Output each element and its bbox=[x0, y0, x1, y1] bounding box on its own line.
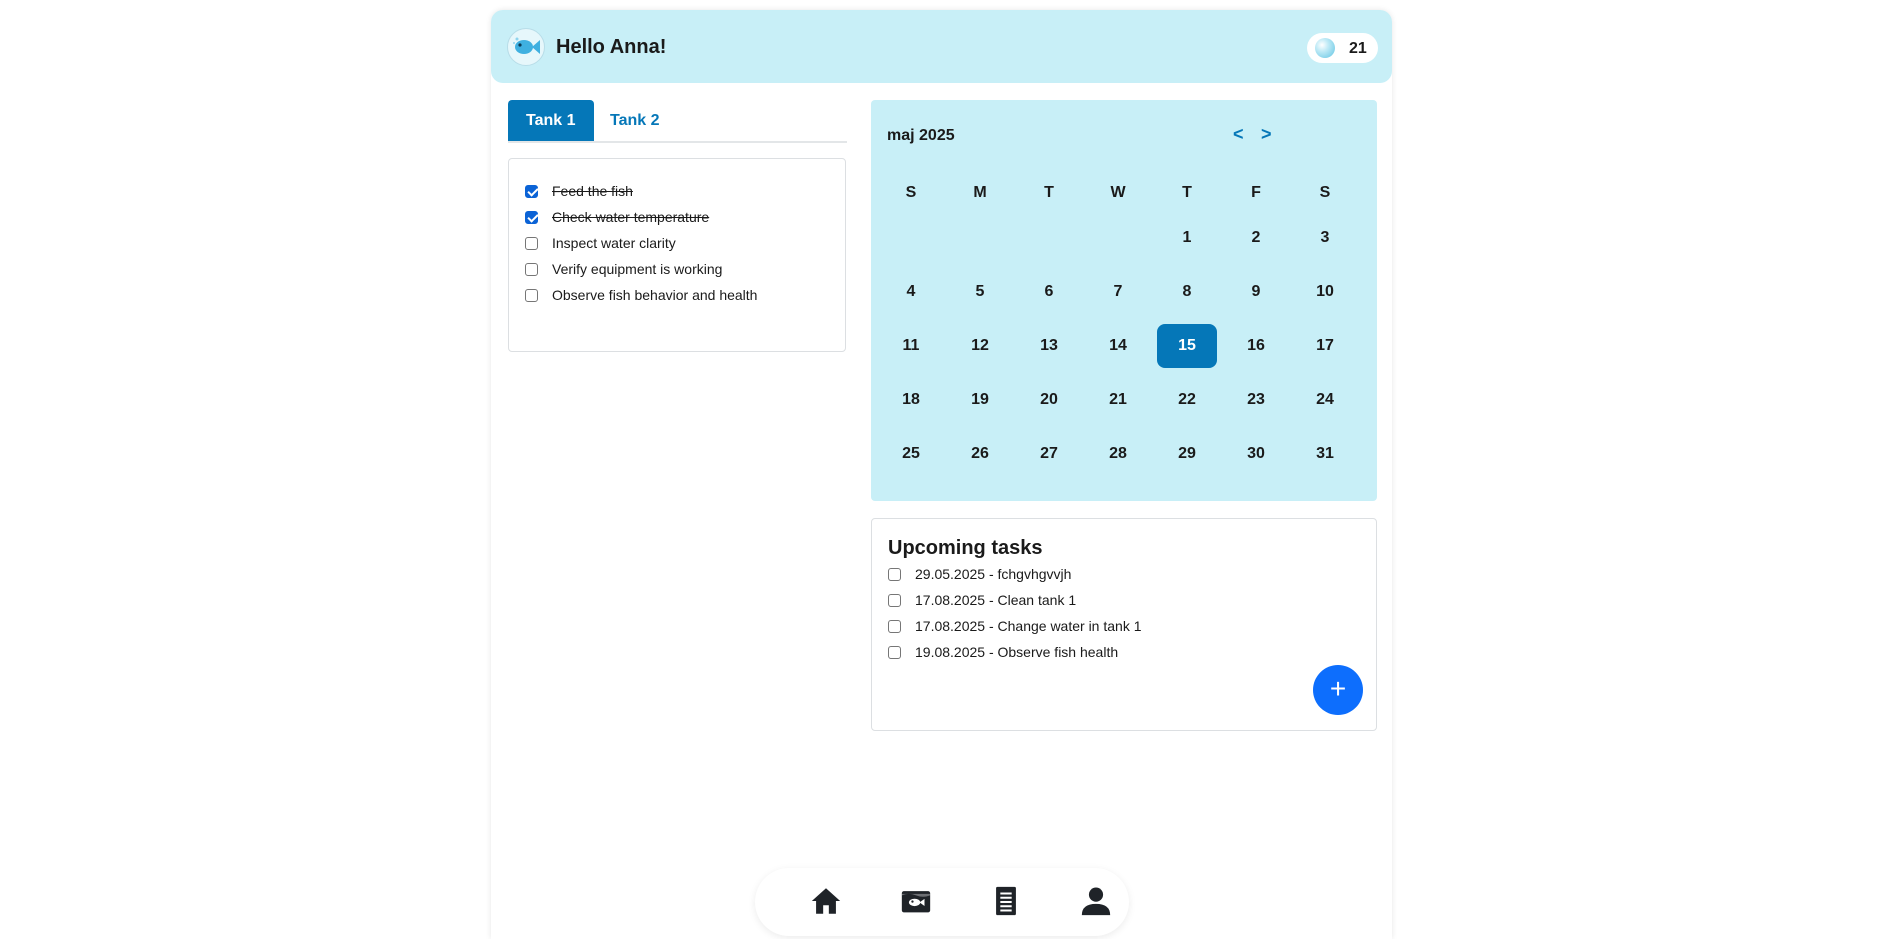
add-task-button[interactable]: + bbox=[1313, 665, 1363, 715]
app-container: Hello Anna! 21 Tank 1 Tank 2 Feed the fi… bbox=[491, 10, 1392, 939]
calendar-day[interactable]: 30 bbox=[1226, 432, 1286, 476]
checkbox[interactable] bbox=[888, 619, 901, 633]
calendar-day[interactable]: 1 bbox=[1157, 216, 1217, 260]
upcoming-task-item[interactable]: 19.08.2025 - Observe fish health bbox=[888, 642, 1118, 662]
calendar-day[interactable]: 18 bbox=[881, 378, 941, 422]
checklist-item[interactable]: Feed the fish bbox=[525, 181, 633, 201]
calendar-day[interactable]: 3 bbox=[1295, 216, 1355, 260]
calendar-day[interactable]: 5 bbox=[950, 270, 1010, 314]
calendar-weekday: S bbox=[905, 184, 917, 201]
calendar-day[interactable]: 6 bbox=[1019, 270, 1079, 314]
upcoming-task-item[interactable]: 17.08.2025 - Clean tank 1 bbox=[888, 590, 1076, 610]
calendar-weekday: F bbox=[1251, 184, 1261, 201]
calendar-day[interactable]: 21 bbox=[1088, 378, 1148, 422]
upcoming-task-item[interactable]: 17.08.2025 - Change water in tank 1 bbox=[888, 616, 1142, 636]
calendar: maj 2025 < > S M T W T F S 1 2 3 4 5 6 7 8 9 10 11 12 13 14 1… bbox=[871, 100, 1377, 501]
checkbox[interactable] bbox=[525, 210, 538, 224]
upcoming-tasks-panel: Upcoming tasks 29.05.2025 - fchgvhgvvjh … bbox=[871, 518, 1377, 731]
checkbox[interactable] bbox=[525, 262, 538, 276]
calendar-day[interactable]: 31 bbox=[1295, 432, 1355, 476]
checkbox[interactable] bbox=[525, 288, 538, 302]
calendar-grid: S M T W T F S 1 2 3 4 5 6 7 8 9 10 11 12 13 14 15 16 17 18 19 20 21… bbox=[881, 100, 1367, 501]
upcoming-task-label: 19.08.2025 - Observe fish health bbox=[915, 644, 1119, 660]
calendar-day[interactable]: 11 bbox=[881, 324, 941, 368]
checklist-item-label: Verify equipment is working bbox=[552, 261, 723, 277]
daily-checklist: Feed the fish Check water temperature In… bbox=[508, 158, 846, 352]
checklist-item-label: Check water temperature bbox=[552, 209, 710, 225]
checklist-item[interactable]: Check water temperature bbox=[525, 207, 709, 227]
checkbox[interactable] bbox=[525, 236, 538, 250]
calendar-day[interactable]: 19 bbox=[950, 378, 1010, 422]
calendar-day[interactable]: 16 bbox=[1226, 324, 1286, 368]
calendar-day[interactable]: 14 bbox=[1088, 324, 1148, 368]
upcoming-task-label: 17.08.2025 - Change water in tank 1 bbox=[915, 618, 1142, 634]
calendar-weekday: T bbox=[1182, 184, 1192, 201]
calendar-day-selected[interactable]: 15 bbox=[1157, 324, 1217, 368]
checklist-item-label: Inspect water clarity bbox=[552, 235, 676, 251]
calendar-day[interactable]: 23 bbox=[1226, 378, 1286, 422]
calendar-day[interactable]: 4 bbox=[881, 270, 941, 314]
tank-tabs: Tank 1 Tank 2 bbox=[508, 100, 847, 143]
calendar-day[interactable]: 20 bbox=[1019, 378, 1079, 422]
bubble-count: 21 bbox=[1349, 40, 1367, 57]
document-icon[interactable] bbox=[989, 884, 1023, 918]
upcoming-task-label: 29.05.2025 - fchgvhgvvjh bbox=[915, 566, 1072, 582]
bottom-nav bbox=[755, 868, 1129, 936]
calendar-day[interactable]: 8 bbox=[1157, 270, 1217, 314]
calendar-day[interactable]: 10 bbox=[1295, 270, 1355, 314]
bubble-counter: 21 bbox=[1307, 33, 1378, 63]
checkbox[interactable] bbox=[888, 567, 901, 581]
calendar-day[interactable]: 22 bbox=[1157, 378, 1217, 422]
greeting-title: Hello Anna! bbox=[556, 36, 667, 58]
bubble-icon bbox=[1315, 38, 1335, 58]
calendar-weekday: T bbox=[1044, 184, 1054, 201]
calendar-day[interactable]: 25 bbox=[881, 432, 941, 476]
checklist-item[interactable]: Inspect water clarity bbox=[525, 233, 676, 253]
calendar-day[interactable]: 27 bbox=[1019, 432, 1079, 476]
calendar-weekday: M bbox=[973, 184, 987, 201]
upcoming-task-item[interactable]: 29.05.2025 - fchgvhgvvjh bbox=[888, 564, 1071, 584]
calendar-day[interactable]: 26 bbox=[950, 432, 1010, 476]
checklist-item[interactable]: Observe fish behavior and health bbox=[525, 285, 757, 305]
checklist-item[interactable]: Verify equipment is working bbox=[525, 259, 722, 279]
checkbox[interactable] bbox=[888, 593, 901, 607]
calendar-day[interactable]: 2 bbox=[1226, 216, 1286, 260]
upcoming-task-label: 17.08.2025 - Clean tank 1 bbox=[915, 592, 1077, 608]
calendar-day[interactable]: 24 bbox=[1295, 378, 1355, 422]
calendar-day[interactable]: 29 bbox=[1157, 432, 1217, 476]
calendar-weekday: S bbox=[1319, 184, 1331, 201]
header-bar: Hello Anna! 21 bbox=[491, 10, 1392, 83]
profile-icon[interactable] bbox=[1079, 884, 1113, 918]
home-icon[interactable] bbox=[809, 884, 843, 918]
fish-logo-icon bbox=[507, 28, 545, 66]
calendar-day[interactable]: 17 bbox=[1295, 324, 1355, 368]
calendar-day[interactable]: 28 bbox=[1088, 432, 1148, 476]
calendar-day[interactable]: 13 bbox=[1019, 324, 1079, 368]
checkbox[interactable] bbox=[525, 184, 538, 198]
calendar-day[interactable]: 12 bbox=[950, 324, 1010, 368]
checklist-item-label: Observe fish behavior and health bbox=[552, 287, 758, 303]
tab-tank-1[interactable]: Tank 1 bbox=[508, 100, 594, 141]
calendar-day[interactable]: 9 bbox=[1226, 270, 1286, 314]
checklist-item-label: Feed the fish bbox=[552, 183, 633, 199]
checkbox[interactable] bbox=[888, 645, 901, 659]
aquarium-icon[interactable] bbox=[899, 884, 933, 918]
calendar-day[interactable]: 7 bbox=[1088, 270, 1148, 314]
upcoming-tasks-title: Upcoming tasks bbox=[888, 537, 1043, 559]
calendar-weekday: W bbox=[1110, 184, 1126, 201]
tab-tank-2[interactable]: Tank 2 bbox=[592, 100, 678, 141]
